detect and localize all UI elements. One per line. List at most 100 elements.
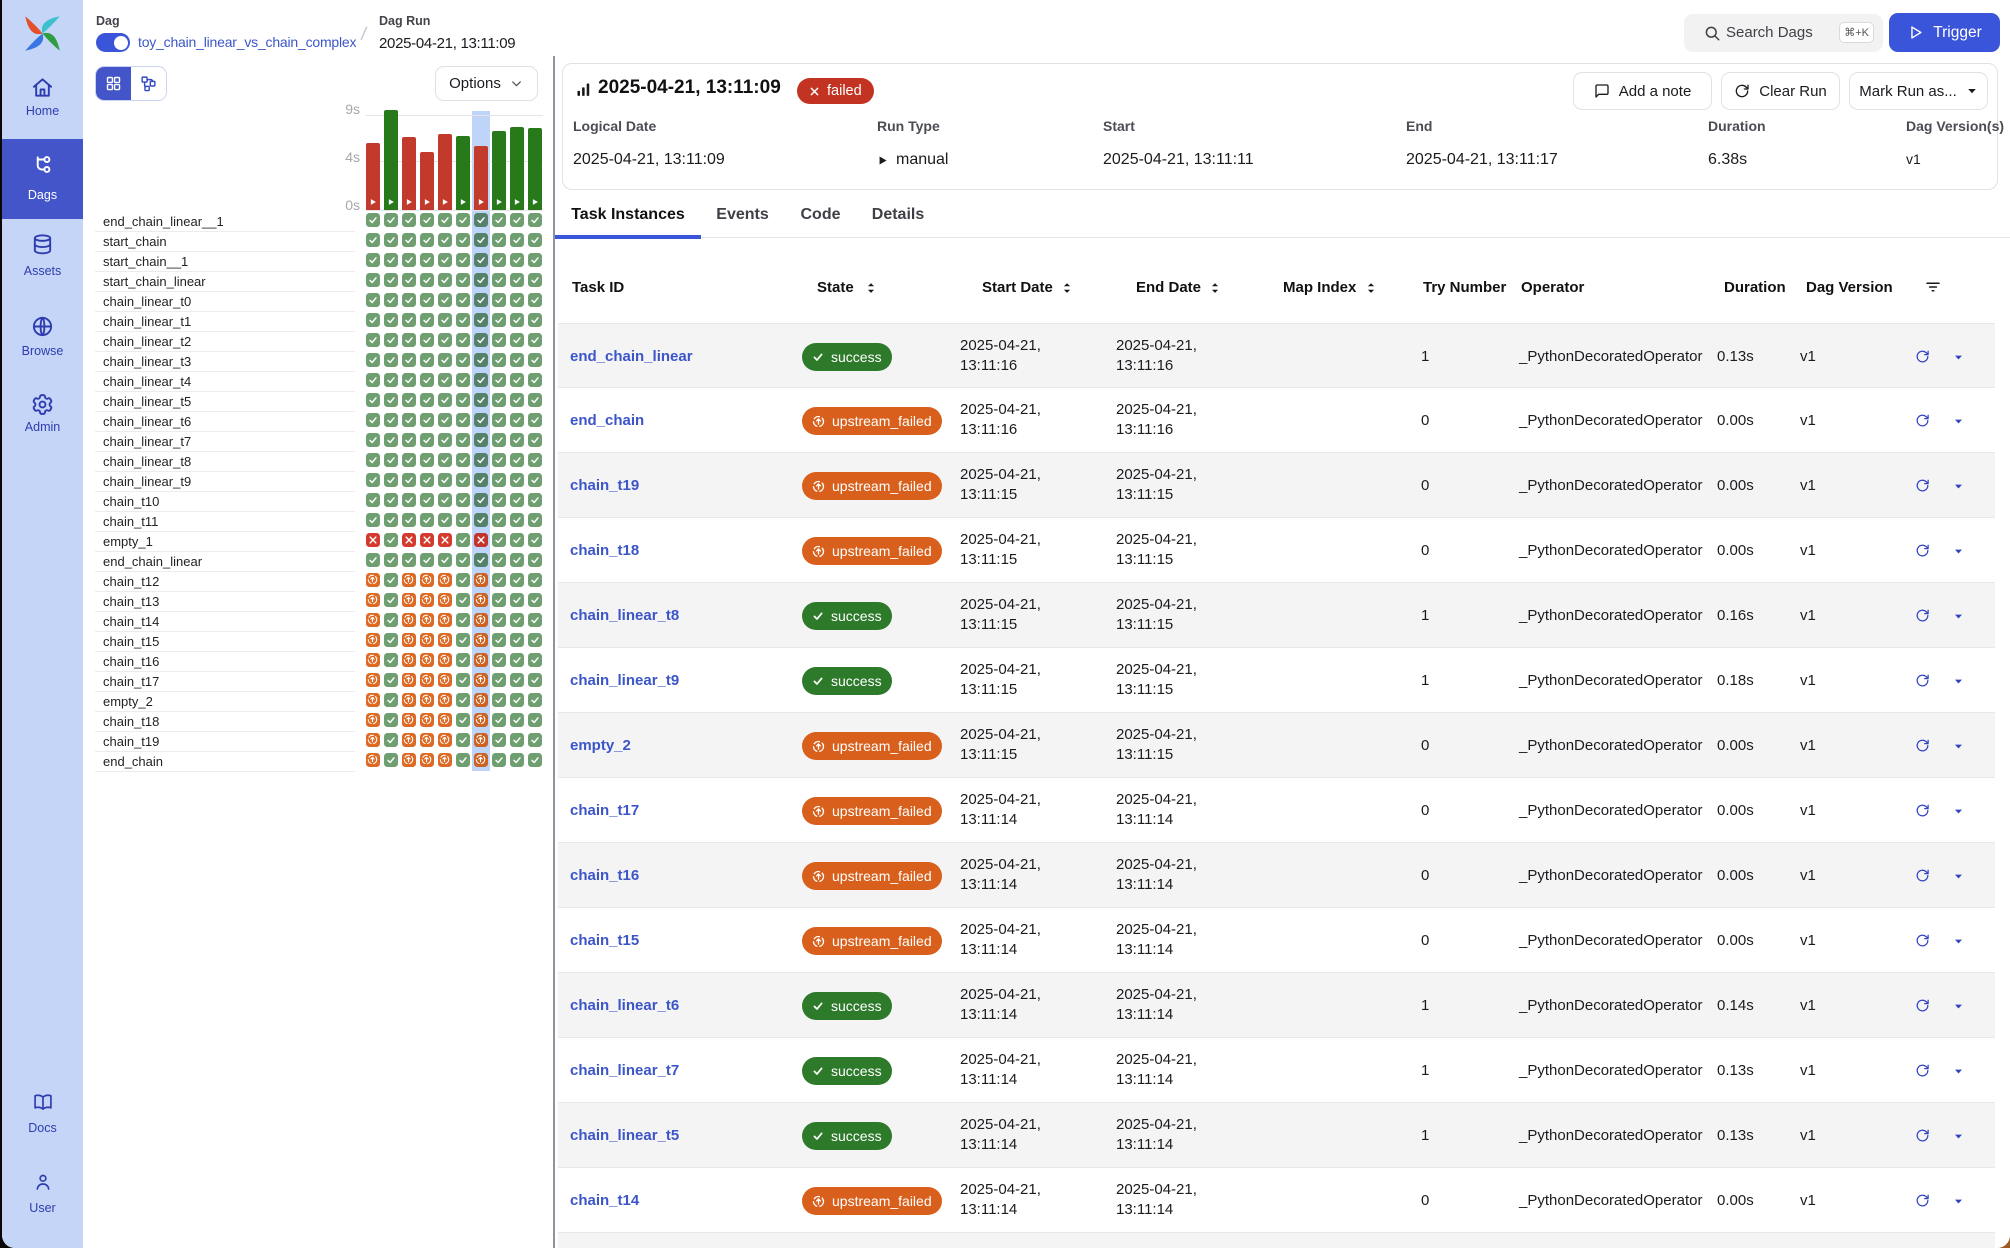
task-instance-success-square[interactable] xyxy=(456,433,470,447)
task-instance-upstream_failed-square[interactable] xyxy=(438,693,452,707)
task-instance-success-square[interactable] xyxy=(456,713,470,727)
task-instance-success-square[interactable] xyxy=(510,453,524,467)
trigger-button[interactable]: Trigger xyxy=(1889,13,2000,52)
task-instance-success-square[interactable] xyxy=(420,553,434,567)
task-instance-success-square[interactable] xyxy=(492,253,506,267)
sidebar-item-admin[interactable]: Admin xyxy=(2,383,83,442)
task-instance-success-square[interactable] xyxy=(420,273,434,287)
task-instance-success-square[interactable] xyxy=(510,693,524,707)
task-instance-success-square[interactable] xyxy=(510,413,524,427)
task-instance-upstream_failed-square[interactable] xyxy=(366,693,380,707)
grid-view-button[interactable] xyxy=(96,67,131,100)
clear-run-button[interactable]: Clear Run xyxy=(1721,72,1840,110)
task-instance-success-square[interactable] xyxy=(456,533,470,547)
task-instance-success-square[interactable] xyxy=(402,473,416,487)
task-instance-success-square[interactable] xyxy=(366,413,380,427)
task-instance-success-square[interactable] xyxy=(384,493,398,507)
task-instance-success-square[interactable] xyxy=(528,613,542,627)
task-instance-success-square[interactable] xyxy=(456,233,470,247)
task-instance-upstream_failed-square[interactable] xyxy=(438,733,452,747)
task-instance-success-square[interactable] xyxy=(528,373,542,387)
task-instance-upstream_failed-square[interactable] xyxy=(402,573,416,587)
grid-task-label[interactable]: chain_linear_t1 xyxy=(95,312,355,332)
task-instance-success-square[interactable] xyxy=(510,213,524,227)
task-instance-success-square[interactable] xyxy=(456,753,470,767)
task-instance-success-square[interactable] xyxy=(528,513,542,527)
dag-run-duration-bar[interactable] xyxy=(438,134,452,210)
task-instance-success-square[interactable] xyxy=(492,353,506,367)
task-id-link[interactable]: chain_t16 xyxy=(570,867,639,884)
sort-toggle-icon[interactable] xyxy=(1208,281,1222,295)
task-instance-success-square[interactable] xyxy=(384,533,398,547)
task-instance-success-square[interactable] xyxy=(402,313,416,327)
task-instance-success-square[interactable] xyxy=(456,213,470,227)
task-instance-success-square[interactable] xyxy=(528,273,542,287)
task-instance-success-square[interactable] xyxy=(528,733,542,747)
grid-task-label[interactable]: chain_t13 xyxy=(95,592,355,612)
task-instance-success-square[interactable] xyxy=(402,273,416,287)
dag-run-duration-bar[interactable] xyxy=(420,152,434,210)
task-instance-success-square[interactable] xyxy=(366,233,380,247)
task-instance-success-square[interactable] xyxy=(420,213,434,227)
task-instance-success-square[interactable] xyxy=(528,453,542,467)
clear-task-instance-icon[interactable] xyxy=(1915,1193,1931,1209)
task-id-link[interactable]: empty_2 xyxy=(570,737,631,754)
task-instance-success-square[interactable] xyxy=(528,753,542,767)
row-actions-caret-icon[interactable] xyxy=(1953,416,1969,432)
dag-name-link[interactable]: toy_chain_linear_vs_chain_complex xyxy=(138,34,356,50)
task-instance-success-square[interactable] xyxy=(366,213,380,227)
task-instance-success-square[interactable] xyxy=(420,453,434,467)
task-instance-success-square[interactable] xyxy=(456,413,470,427)
task-instance-upstream_failed-square[interactable] xyxy=(438,753,452,767)
task-instance-success-square[interactable] xyxy=(528,713,542,727)
task-instance-success-square[interactable] xyxy=(420,513,434,527)
task-instance-success-square[interactable] xyxy=(492,573,506,587)
task-instance-upstream_failed-square[interactable] xyxy=(420,673,434,687)
task-instance-success-square[interactable] xyxy=(420,353,434,367)
task-instance-success-square[interactable] xyxy=(402,453,416,467)
task-instance-success-square[interactable] xyxy=(384,313,398,327)
task-instance-success-square[interactable] xyxy=(528,433,542,447)
task-instance-success-square[interactable] xyxy=(528,593,542,607)
row-actions-caret-icon[interactable] xyxy=(1953,481,1969,497)
task-instance-success-square[interactable] xyxy=(474,253,488,267)
task-instance-upstream_failed-square[interactable] xyxy=(366,593,380,607)
task-instance-success-square[interactable] xyxy=(492,373,506,387)
task-instance-success-square[interactable] xyxy=(528,213,542,227)
task-instance-success-square[interactable] xyxy=(420,293,434,307)
filter-icon[interactable] xyxy=(1924,278,1942,296)
add-note-button[interactable]: Add a note xyxy=(1573,72,1712,110)
task-id-link[interactable]: chain_linear_t9 xyxy=(570,672,679,689)
row-actions-caret-icon[interactable] xyxy=(1953,1196,1969,1212)
options-button[interactable]: Options xyxy=(435,66,538,101)
task-instance-success-square[interactable] xyxy=(528,533,542,547)
task-instance-success-square[interactable] xyxy=(456,373,470,387)
row-actions-caret-icon[interactable] xyxy=(1953,806,1969,822)
row-actions-caret-icon[interactable] xyxy=(1953,352,1969,368)
task-instance-success-square[interactable] xyxy=(528,293,542,307)
dag-run-duration-bar[interactable] xyxy=(492,131,506,210)
dag-run-duration-bar[interactable] xyxy=(456,136,470,210)
clear-task-instance-icon[interactable] xyxy=(1915,543,1931,559)
task-instance-success-square[interactable] xyxy=(492,493,506,507)
task-instance-success-square[interactable] xyxy=(438,493,452,507)
task-instance-success-square[interactable] xyxy=(384,633,398,647)
task-instance-success-square[interactable] xyxy=(474,213,488,227)
task-instance-success-square[interactable] xyxy=(528,473,542,487)
task-instance-upstream_failed-square[interactable] xyxy=(402,693,416,707)
task-instance-success-square[interactable] xyxy=(366,273,380,287)
task-instance-success-square[interactable] xyxy=(528,413,542,427)
task-instance-success-square[interactable] xyxy=(366,453,380,467)
task-instance-upstream_failed-square[interactable] xyxy=(474,573,488,587)
task-instance-success-square[interactable] xyxy=(384,453,398,467)
clear-task-instance-icon[interactable] xyxy=(1915,673,1931,689)
task-instance-upstream_failed-square[interactable] xyxy=(366,673,380,687)
task-instance-success-square[interactable] xyxy=(366,433,380,447)
dag-run-duration-bar[interactable] xyxy=(474,146,488,210)
task-instance-upstream_failed-square[interactable] xyxy=(402,753,416,767)
task-instance-success-square[interactable] xyxy=(492,473,506,487)
task-instance-success-square[interactable] xyxy=(456,733,470,747)
task-instance-success-square[interactable] xyxy=(384,373,398,387)
clear-task-instance-icon[interactable] xyxy=(1915,998,1931,1014)
task-instance-success-square[interactable] xyxy=(456,393,470,407)
